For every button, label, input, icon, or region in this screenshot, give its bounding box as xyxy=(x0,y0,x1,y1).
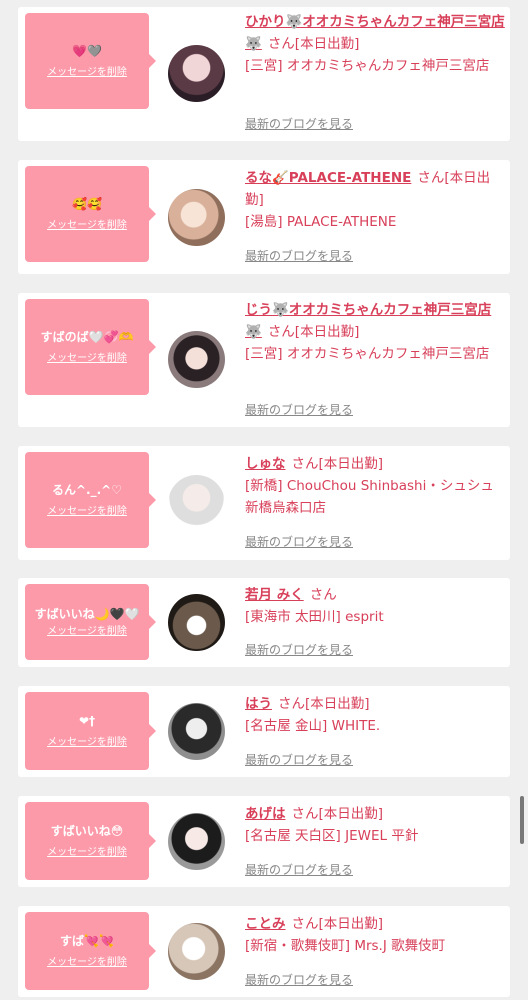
shop-info: [名古屋 金山] WHITE. xyxy=(245,718,381,734)
delete-message-link[interactable]: メッセージを削除 xyxy=(47,352,127,365)
delete-message-link[interactable]: メッセージを削除 xyxy=(47,956,127,969)
message-bubble: すば💘💘 メッセージを削除 xyxy=(25,912,156,990)
list-item: 💗🩶 メッセージを削除 ひかり🐺オオカミちゃんカフェ神戸三宮店🐺 さん[本日出勤]… xyxy=(18,7,510,141)
message-text: すばのば🤍💞🫶 xyxy=(40,330,134,344)
delete-message-link[interactable]: メッセージを削除 xyxy=(47,736,127,749)
girl-name-link[interactable]: ことみ xyxy=(245,916,286,932)
message-text: すばいいね🌙🖤🤍 xyxy=(34,607,140,621)
avatar[interactable] xyxy=(168,331,225,388)
message-bubble: ❤︎† メッセージを削除 xyxy=(25,692,156,770)
latest-blog-link[interactable]: 最新のブログを見る xyxy=(245,248,353,264)
list-item: すばいいね😳 メッセージを削除 あげは さん[本日出勤] [名古屋 天白区] JE… xyxy=(18,796,510,887)
item-info: ことみ さん[本日出勤] [新宿・歌舞伎町] Mrs.J 歌舞伎町 最新のブログを… xyxy=(245,906,507,987)
girl-name-link[interactable]: あげは xyxy=(245,806,286,822)
message-text: るん^._.^♡ xyxy=(52,483,122,497)
avatar[interactable] xyxy=(168,923,225,980)
avatar[interactable] xyxy=(168,189,225,246)
delete-message-link[interactable]: メッセージを削除 xyxy=(47,66,127,79)
avatar[interactable] xyxy=(168,45,225,102)
list-item: ❤︎† メッセージを削除 はう さん[本日出勤] [名古屋 金山] WHITE. … xyxy=(18,686,510,777)
name-suffix: さん[本日出勤] xyxy=(291,806,384,822)
shop-info: [新宿・歌舞伎町] Mrs.J 歌舞伎町 xyxy=(245,938,446,954)
message-text: ❤︎† xyxy=(78,714,96,728)
delete-message-link[interactable]: メッセージを削除 xyxy=(47,505,127,518)
item-info: 若月 みく さん [東海市 太田川] esprit 最新のブログを見る xyxy=(245,578,507,657)
avatar[interactable] xyxy=(168,594,225,651)
delete-message-link[interactable]: メッセージを削除 xyxy=(47,219,127,232)
message-bubble: すばのば🤍💞🫶 メッセージを削除 xyxy=(25,299,156,395)
latest-blog-link[interactable]: 最新のブログを見る xyxy=(245,862,353,878)
shop-info: [三宮] オオカミちゃんカフェ神戸三宮店 xyxy=(245,58,490,74)
latest-blog-link[interactable]: 最新のブログを見る xyxy=(245,402,353,418)
latest-blog-link[interactable]: 最新のブログを見る xyxy=(245,642,353,658)
avatar[interactable] xyxy=(168,475,225,532)
delete-message-link[interactable]: メッセージを削除 xyxy=(47,625,127,638)
avatar[interactable] xyxy=(168,703,225,760)
scrollbar-thumb[interactable] xyxy=(520,796,524,844)
shop-info: [湯島] PALACE-ATHENE xyxy=(245,214,397,230)
item-info: るな🎸PALACE-ATHENE さん[本日出勤] [湯島] PALACE-ATH… xyxy=(245,160,507,263)
latest-blog-link[interactable]: 最新のブログを見る xyxy=(245,972,353,988)
name-suffix: さん xyxy=(309,587,337,603)
name-suffix: さん[本日出勤] xyxy=(267,324,360,340)
list-item: すばのば🤍💞🫶 メッセージを削除 じう🐺オオカミちゃんカフェ神戸三宮店🐺 さん[本… xyxy=(18,293,510,427)
item-info: しゅな さん[本日出勤] [新橋] ChouChou Shinbashi・シュシュ… xyxy=(245,446,507,549)
name-suffix: さん[本日出勤] xyxy=(291,916,384,932)
message-bubble: 🥰🥰 メッセージを削除 xyxy=(25,166,156,262)
name-suffix: さん[本日出勤] xyxy=(278,696,370,712)
message-bubble: すばいいね😳 メッセージを削除 xyxy=(25,802,156,880)
shop-info: [名古屋 天白区] JEWEL 平針 xyxy=(245,828,419,844)
delete-message-link[interactable]: メッセージを削除 xyxy=(47,846,127,859)
name-suffix: さん[本日出勤] xyxy=(267,36,360,52)
message-bubble: 💗🩶 メッセージを削除 xyxy=(25,13,156,109)
list-item: すばいいね🌙🖤🤍 メッセージを削除 若月 みく さん [東海市 太田川] espr… xyxy=(18,578,510,667)
avatar[interactable] xyxy=(168,813,225,870)
item-info: はう さん[本日出勤] [名古屋 金山] WHITE. 最新のブログを見る xyxy=(245,686,507,767)
item-info: あげは さん[本日出勤] [名古屋 天白区] JEWEL 平針 最新のブログを見る xyxy=(245,796,507,877)
item-info: じう🐺オオカミちゃんカフェ神戸三宮店🐺 さん[本日出勤] [三宮] オオカミちゃん… xyxy=(245,293,507,417)
message-bubble: るん^._.^♡ メッセージを削除 xyxy=(25,452,156,548)
list-item: るん^._.^♡ メッセージを削除 しゅな さん[本日出勤] [新橋] ChouC… xyxy=(18,446,510,560)
girl-name-link[interactable]: るな🎸PALACE-ATHENE xyxy=(245,170,411,186)
message-text: すば💘💘 xyxy=(60,934,114,948)
girl-name-link[interactable]: しゅな xyxy=(245,456,286,472)
list-item: 🥰🥰 メッセージを削除 るな🎸PALACE-ATHENE さん[本日出勤] [湯島… xyxy=(18,160,510,274)
list-item: すば💘💘 メッセージを削除 ことみ さん[本日出勤] [新宿・歌舞伎町] Mrs.… xyxy=(18,906,510,997)
favorite-list: 💗🩶 メッセージを削除 ひかり🐺オオカミちゃんカフェ神戸三宮店🐺 さん[本日出勤]… xyxy=(0,0,528,1000)
message-text: 💗🩶 xyxy=(72,44,102,58)
girl-name-link[interactable]: はう xyxy=(245,696,272,712)
message-text: 🥰🥰 xyxy=(72,197,102,211)
message-text: すばいいね😳 xyxy=(50,824,124,838)
message-bubble: すばいいね🌙🖤🤍 メッセージを削除 xyxy=(25,584,156,660)
girl-name-link[interactable]: 若月 みく xyxy=(245,587,304,603)
item-info: ひかり🐺オオカミちゃんカフェ神戸三宮店🐺 さん[本日出勤] [三宮] オオカミちゃ… xyxy=(245,7,507,131)
shop-info: [東海市 太田川] esprit xyxy=(245,609,384,625)
latest-blog-link[interactable]: 最新のブログを見る xyxy=(245,116,353,132)
shop-info: [三宮] オオカミちゃんカフェ神戸三宮店 xyxy=(245,346,490,362)
latest-blog-link[interactable]: 最新のブログを見る xyxy=(245,752,353,768)
name-suffix: さん[本日出勤] xyxy=(291,456,384,472)
shop-info: [新橋] ChouChou Shinbashi・シュシュ新橋烏森口店 xyxy=(245,478,494,516)
latest-blog-link[interactable]: 最新のブログを見る xyxy=(245,534,353,550)
